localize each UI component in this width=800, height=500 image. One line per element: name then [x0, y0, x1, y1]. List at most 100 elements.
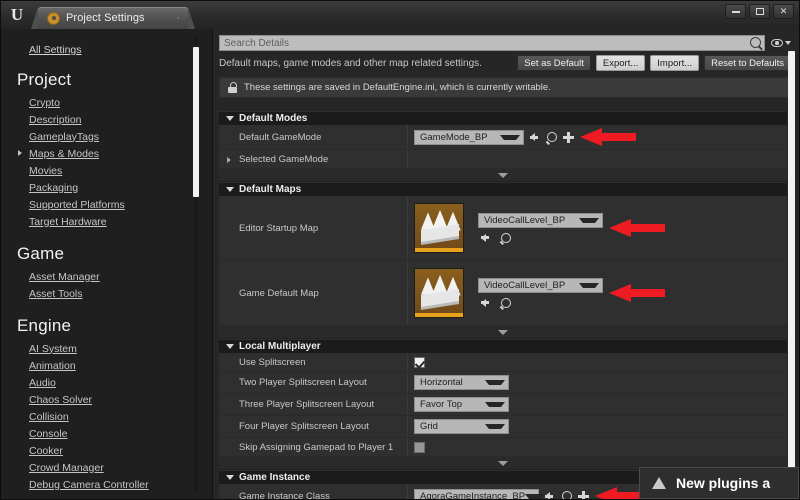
sidebar-item-crypto[interactable]: Crypto	[29, 94, 212, 111]
create-new-asset-icon[interactable]	[563, 131, 574, 143]
sidebar-item-supported-platforms[interactable]: Supported Platforms	[29, 196, 212, 213]
sidebar-item-chaos-solver[interactable]: Chaos Solver	[29, 391, 212, 408]
chevron-right-icon	[18, 150, 22, 156]
sidebar-item-label: Animation	[29, 359, 76, 372]
property-row-two-player-splitscreen-layout: Two Player Splitscreen Layout Horizontal	[219, 372, 787, 394]
settings-sections: Default Modes Default GameMode GameMode_BP…	[219, 111, 787, 499]
red-annotation-arrow	[580, 128, 636, 146]
sidebar-group-title: Game	[17, 244, 65, 263]
sidebar-item-collision[interactable]: Collision	[29, 408, 212, 425]
combo-value: AgoraGameInstance_BP	[420, 490, 526, 500]
plugin-alert-icon	[652, 477, 666, 489]
sidebar-item-console[interactable]: Console	[29, 425, 212, 442]
import-button[interactable]: Import...	[650, 55, 700, 71]
sidebar-item-description[interactable]: Description	[29, 111, 212, 128]
notification-toast[interactable]: New plugins a	[639, 467, 799, 499]
property-value: GameMode_BP	[407, 125, 787, 149]
set-as-default-button[interactable]: Set as Default	[517, 55, 591, 71]
sidebar-item-maps-modes[interactable]: Maps & Modes	[18, 145, 212, 162]
export-button[interactable]: Export...	[595, 55, 646, 71]
chevron-down-icon	[579, 283, 599, 288]
sidebar-item-audio[interactable]: Audio	[29, 374, 212, 391]
view-options-button[interactable]	[771, 39, 791, 47]
class-combo-default-gamemode[interactable]: GameMode_BP	[414, 129, 524, 145]
class-combo-game-instance-class[interactable]: AgoraGameInstance_BP	[414, 488, 546, 500]
property-value	[407, 438, 787, 456]
chevron-down-icon	[579, 218, 599, 223]
section-expander[interactable]	[219, 326, 787, 339]
chevron-down-icon	[226, 475, 234, 480]
property-label: Four Player Splitscreen Layout	[219, 421, 407, 432]
asset-combo-game-default-map[interactable]: VideoCallLevel_BP	[478, 278, 603, 293]
combo-three-player-splitscreen-layout[interactable]: Favor Top	[414, 397, 509, 412]
search-row: Search Details	[213, 29, 799, 53]
property-label: Editor Startup Map	[239, 222, 319, 234]
browse-to-asset-icon[interactable]	[501, 232, 511, 243]
create-new-asset-icon[interactable]	[578, 490, 589, 499]
property-value: VideoCallLevel_BP	[407, 196, 787, 260]
checkbox-skip-assigning-gamepad-to-player-1[interactable]	[414, 441, 425, 453]
details-scrollbar-thumb[interactable]	[788, 51, 795, 481]
close-button[interactable]: ✕	[773, 4, 794, 19]
section-header-default-modes[interactable]: Default Modes	[219, 111, 787, 125]
sidebar-item-asset-tools[interactable]: Asset Tools	[29, 285, 212, 302]
sidebar-item-asset-manager[interactable]: Asset Manager	[29, 268, 212, 285]
eye-icon	[771, 39, 783, 47]
tab-close-icon[interactable]: ·	[162, 12, 180, 24]
sidebar-item-target-hardware[interactable]: Target Hardware	[29, 213, 212, 230]
sidebar-item-debug-camera-controller[interactable]: Debug Camera Controller	[29, 476, 212, 493]
checkbox-use-splitscreen[interactable]	[414, 356, 425, 368]
info-message: These settings are saved in DefaultEngin…	[244, 82, 551, 93]
sidebar-item-cooker[interactable]: Cooker	[29, 442, 212, 459]
section-body-default-modes: Default GameMode GameMode_BP Selected Game…	[219, 125, 787, 169]
section-header-local-multiplayer[interactable]: Local Multiplayer	[219, 339, 787, 353]
combo-two-player-splitscreen-layout[interactable]: Horizontal	[414, 375, 509, 390]
sidebar-item-label: Cooker	[29, 444, 63, 457]
unreal-engine-logo-icon: U	[10, 5, 24, 24]
sidebar-item-gameplaytags[interactable]: GameplayTags	[29, 128, 212, 145]
page-description: Default maps, game modes and other map r…	[219, 57, 482, 69]
section-title: Default Modes	[239, 113, 308, 124]
browse-to-asset-icon[interactable]	[547, 132, 557, 142]
use-selected-asset-icon[interactable]	[481, 297, 492, 308]
unlock-icon	[228, 82, 237, 93]
sidebar-item-movies[interactable]: Movies	[29, 162, 212, 179]
use-selected-asset-icon[interactable]	[481, 232, 492, 243]
level-thumbnail[interactable]	[414, 268, 464, 318]
sidebar-item-crowd-manager[interactable]: Crowd Manager	[29, 459, 212, 476]
sidebar-item-label: Supported Platforms	[29, 198, 125, 211]
search-input[interactable]: Search Details	[219, 35, 765, 51]
use-selected-asset-icon[interactable]	[545, 491, 556, 499]
minimize-button[interactable]	[725, 4, 746, 19]
sidebar-item-animation[interactable]: Animation	[29, 357, 212, 374]
property-label-text: Two Player Splitscreen Layout	[239, 377, 367, 388]
section-body-local-multiplayer: Use Splitscreen Two Player Splitscreen La…	[219, 353, 787, 457]
info-bar: These settings are saved in DefaultEngin…	[219, 77, 789, 98]
maximize-button[interactable]	[749, 4, 770, 19]
chevron-right-icon[interactable]	[227, 156, 231, 163]
browse-to-asset-icon[interactable]	[501, 297, 511, 308]
tab-project-settings[interactable]: Project Settings ·	[31, 7, 195, 29]
sidebar-item-packaging[interactable]: Packaging	[29, 179, 212, 196]
asset-combo-editor-startup-map[interactable]: VideoCallLevel_BP	[478, 213, 603, 228]
combo-four-player-splitscreen-layout[interactable]: Grid	[414, 419, 509, 434]
level-thumbnail[interactable]	[414, 203, 464, 253]
sidebar-item-label: AI System	[29, 342, 77, 355]
chevron-down-icon	[485, 424, 505, 429]
use-selected-asset-icon[interactable]	[530, 132, 541, 143]
sidebar-scrollbar-thumb[interactable]	[193, 47, 199, 197]
sidebar-item-all-settings[interactable]: All Settings	[29, 44, 212, 56]
chevron-down-icon	[498, 172, 508, 178]
chevron-down-icon	[485, 380, 505, 385]
property-label: Use Splitscreen	[219, 357, 407, 368]
reset-to-defaults-button[interactable]: Reset to Defaults	[704, 55, 791, 71]
section-header-default-maps[interactable]: Default Maps	[219, 182, 787, 196]
combo-value: Horizontal	[420, 377, 463, 388]
sidebar-item-ai-system[interactable]: AI System	[29, 340, 212, 357]
property-row-skip-assigning-gamepad-to-player-1: Skip Assigning Gamepad to Player 1	[219, 438, 787, 457]
browse-to-asset-icon[interactable]	[562, 491, 572, 499]
section-body-default-maps: Editor Startup Map VideoCallLevel_BP Game …	[219, 196, 787, 326]
chevron-down-icon	[485, 402, 505, 407]
property-label: Skip Assigning Gamepad to Player 1	[219, 442, 407, 453]
section-expander[interactable]	[219, 169, 787, 182]
